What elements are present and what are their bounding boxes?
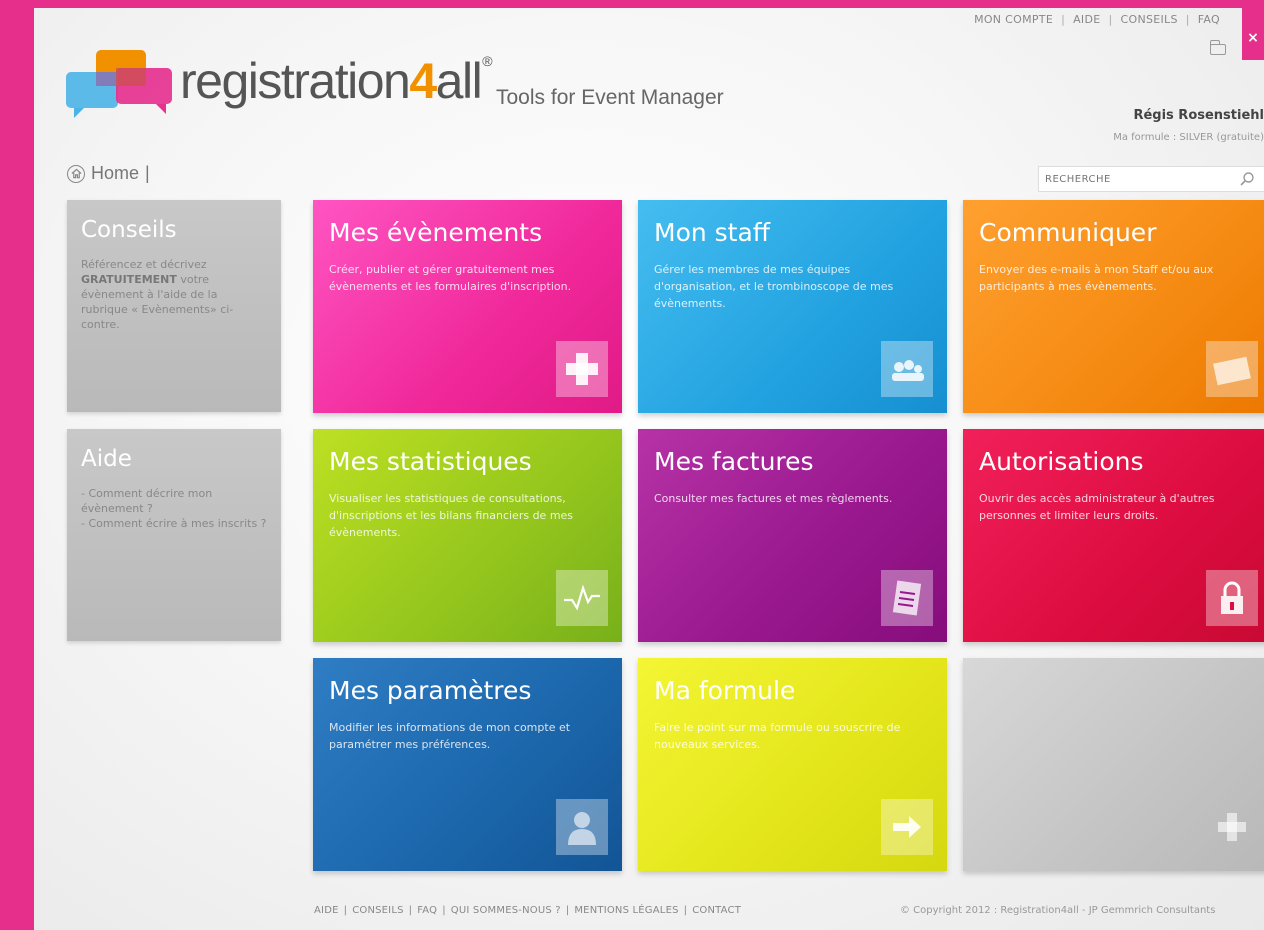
- user-name[interactable]: Régis Rosenstiehl: [1133, 108, 1264, 123]
- plus-icon: [556, 341, 608, 397]
- topnav-faq[interactable]: FAQ: [1198, 13, 1220, 26]
- tile-mes-parametres[interactable]: Mes paramètres Modifier les informations…: [313, 658, 622, 871]
- folder-icon[interactable]: [1210, 40, 1226, 55]
- aide-link-decrire[interactable]: Comment décrire mon évènement ?: [81, 486, 267, 516]
- copyright: © Copyright 2012 : Registration4all - JP…: [900, 905, 1216, 916]
- breadcrumb-home[interactable]: Home: [91, 163, 139, 184]
- tile-mes-evenements[interactable]: Mes évènements Créer, publier et gérer g…: [313, 200, 622, 413]
- footer-links: AIDE | CONSEILS | FAQ | QUI SOMMES-NOUS ? | MENT…: [314, 905, 742, 916]
- top-nav: MON COMPTE | AIDE | CONSEILS | FAQ: [974, 13, 1220, 26]
- topnav-mon-compte[interactable]: MON COMPTE: [974, 13, 1053, 26]
- footer-link-qui-sommes-nous[interactable]: QUI SOMMES-NOUS ?: [451, 905, 561, 916]
- tile-mes-factures[interactable]: Mes factures Consulter mes factures et m…: [638, 429, 947, 642]
- aide-list: Comment décrire mon évènement ? Comment …: [81, 486, 267, 531]
- footer-link-mentions-legales[interactable]: MENTIONS LÉGALES: [574, 905, 678, 916]
- tile-communiquer[interactable]: Communiquer Envoyer des e-mails à mon St…: [963, 200, 1264, 413]
- tile-mon-staff[interactable]: Mon staff Gérer les membres de mes équip…: [638, 200, 947, 413]
- user-plan: Ma formule : SILVER (gratuite): [1113, 132, 1264, 143]
- footer-link-aide[interactable]: AIDE: [314, 905, 339, 916]
- tile-add[interactable]: [963, 658, 1264, 871]
- search-input[interactable]: [1039, 167, 1229, 191]
- tile-autorisations[interactable]: Autorisations Ouvrir des accès administr…: [963, 429, 1264, 642]
- envelope-icon: [1206, 341, 1258, 397]
- footer-link-conseils[interactable]: CONSEILS: [352, 905, 403, 916]
- user-icon: [556, 799, 608, 855]
- aide-link-ecrire[interactable]: Comment écrire à mes inscrits ?: [81, 516, 267, 531]
- logo-text: registration4all®: [180, 53, 492, 109]
- topnav-conseils[interactable]: CONSEILS: [1121, 13, 1178, 26]
- breadcrumb-separator: |: [145, 163, 150, 183]
- footer-link-faq[interactable]: FAQ: [417, 905, 437, 916]
- footer-link-contact[interactable]: CONTACT: [692, 905, 741, 916]
- tile-mes-statistiques[interactable]: Mes statistiques Visualiser les statisti…: [313, 429, 622, 642]
- chart-icon: [556, 570, 608, 626]
- conseils-box: Conseils Référencez et décrivez GRATUITE…: [67, 200, 281, 412]
- conseils-title: Conseils: [81, 217, 177, 243]
- lock-icon: [1206, 570, 1258, 626]
- aide-box: Aide Comment décrire mon évènement ? Com…: [67, 429, 281, 641]
- search-box: [1038, 166, 1264, 192]
- home-icon[interactable]: [67, 164, 85, 183]
- tile-ma-formule[interactable]: Ma formule Faire le point sur ma formule…: [638, 658, 947, 871]
- group-icon: [881, 341, 933, 397]
- page: MON COMPTE | AIDE | CONSEILS | FAQ × registrat…: [34, 8, 1264, 930]
- close-button[interactable]: ×: [1242, 8, 1264, 60]
- topnav-aide[interactable]: AIDE: [1073, 13, 1100, 26]
- invoice-icon: [881, 570, 933, 626]
- conseils-text: Référencez et décrivez GRATUITEMENT votr…: [81, 258, 234, 331]
- logo-icon: [66, 50, 172, 118]
- aide-title: Aide: [81, 446, 132, 472]
- arrow-icon: [881, 799, 933, 855]
- search-icon[interactable]: [1239, 171, 1255, 187]
- breadcrumb: Home |: [67, 163, 150, 184]
- tagline: Tools for Event Manager: [496, 86, 724, 109]
- plus-icon: [1206, 799, 1258, 855]
